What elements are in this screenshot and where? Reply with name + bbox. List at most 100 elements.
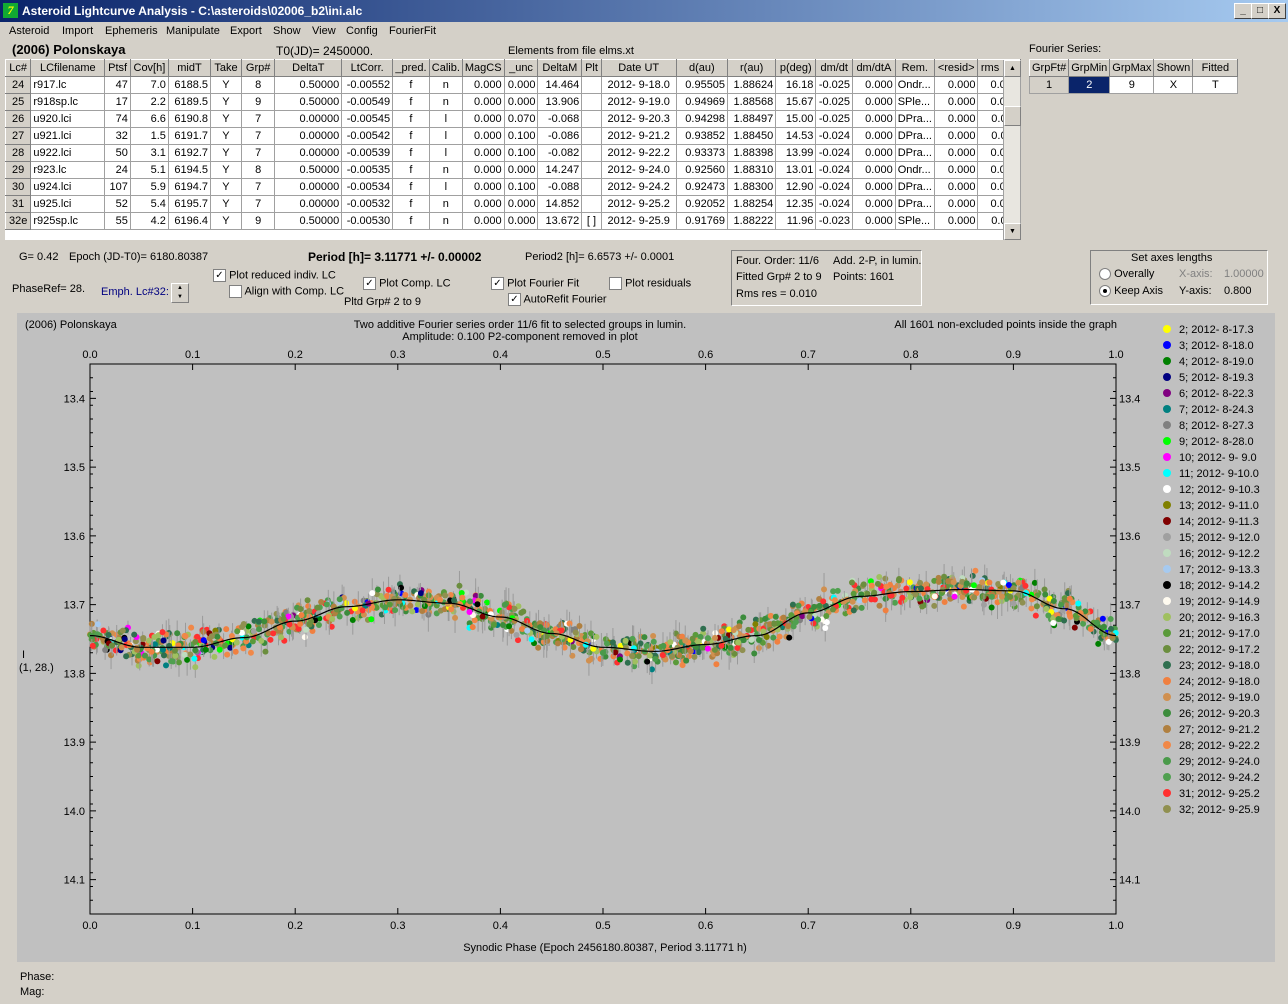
table-cell[interactable]: 24 bbox=[104, 161, 131, 179]
table-cell[interactable]: 1.88624 bbox=[727, 76, 777, 94]
table-cell[interactable]: -0.025 bbox=[815, 110, 854, 128]
table-cell[interactable]: f bbox=[392, 212, 430, 230]
table-cell[interactable]: 7.0 bbox=[129, 76, 169, 94]
table-cell[interactable]: 107 bbox=[104, 178, 131, 196]
table-cell[interactable]: 6192.7 bbox=[167, 144, 212, 162]
menu-view[interactable]: View bbox=[312, 25, 336, 37]
table-cell[interactable]: 1.88300 bbox=[727, 178, 777, 196]
table-cell[interactable]: 0.000 bbox=[852, 161, 896, 179]
fourier-cell-grpft[interactable]: 1 bbox=[1028, 76, 1070, 94]
col-header[interactable]: MagCS bbox=[461, 59, 505, 77]
table-cell[interactable]: 15.00 bbox=[775, 110, 817, 128]
table-cell[interactable]: 0.50000 bbox=[274, 212, 343, 230]
table-cell[interactable]: 55 bbox=[104, 212, 131, 230]
table-cell[interactable]: 0.000 bbox=[933, 161, 979, 179]
table-cell[interactable]: 6194.5 bbox=[167, 161, 212, 179]
table-cell[interactable]: 9 bbox=[240, 93, 276, 111]
lightcurve-plot[interactable]: (2006) Polonskaya Two additive Fourier s… bbox=[17, 313, 1275, 962]
table-cell[interactable]: 0.000 bbox=[461, 93, 505, 111]
table-cell[interactable]: 0.00000 bbox=[274, 144, 343, 162]
table-cell[interactable]: 2012- 9-25.9 bbox=[600, 212, 677, 230]
table-cell[interactable]: 0.94969 bbox=[675, 93, 729, 111]
table-cell[interactable]: 0.92560 bbox=[675, 161, 729, 179]
col-header[interactable]: Take bbox=[210, 59, 242, 77]
table-cell[interactable]: -0.00535 bbox=[341, 161, 394, 179]
table-cell[interactable]: 8 bbox=[240, 76, 276, 94]
y-axis-value[interactable]: 0.800 bbox=[1224, 285, 1252, 297]
table-cell[interactable]: u921.lci bbox=[30, 127, 106, 145]
table-cell[interactable]: f bbox=[392, 195, 430, 213]
table-cell[interactable]: 0.000 bbox=[503, 195, 539, 213]
table-cell[interactable]: r918sp.lc bbox=[30, 93, 106, 111]
table-cell[interactable]: DPra... bbox=[894, 195, 935, 213]
table-cell[interactable]: DPra... bbox=[894, 178, 935, 196]
table-cell[interactable]: DPra... bbox=[894, 127, 935, 145]
table-cell[interactable]: 2012- 9-24.0 bbox=[600, 161, 677, 179]
table-cell[interactable]: 16.18 bbox=[775, 76, 817, 94]
table-cell[interactable]: 2012- 9-21.2 bbox=[600, 127, 677, 145]
table-cell[interactable]: Y bbox=[210, 127, 242, 145]
table-scrollbar[interactable]: ▲ ▼ bbox=[1003, 60, 1021, 240]
table-cell[interactable]: 0.00000 bbox=[274, 110, 343, 128]
x-axis-value[interactable]: 1.00000 bbox=[1224, 268, 1264, 280]
table-cell[interactable]: Y bbox=[210, 178, 242, 196]
align-comp-check-icon[interactable] bbox=[229, 285, 242, 298]
autorefit-check-icon[interactable]: ✓ bbox=[508, 293, 521, 306]
table-cell[interactable]: r923.lc bbox=[30, 161, 106, 179]
table-cell[interactable] bbox=[581, 76, 602, 94]
table-row[interactable]: 24 r917.lc 47 7.0 6188.5 Y 8 0.50000 -0.00552 f n 0… bbox=[5, 76, 1021, 94]
maximize-button[interactable]: □ bbox=[1251, 3, 1269, 19]
table-cell[interactable]: -0.024 bbox=[815, 178, 854, 196]
table-row[interactable]: 25 r918sp.lc 17 2.2 6189.5 Y 9 0.50000 -0.00549 f… bbox=[5, 93, 1021, 111]
table-cell[interactable]: 7 bbox=[240, 127, 276, 145]
table-cell[interactable]: 0.000 bbox=[461, 195, 505, 213]
table-cell[interactable]: 7 bbox=[240, 144, 276, 162]
table-cell[interactable]: 12.90 bbox=[775, 178, 817, 196]
table-cell[interactable]: -0.00532 bbox=[341, 195, 394, 213]
row-header[interactable]: 29 bbox=[5, 161, 32, 179]
table-cell[interactable]: DPra... bbox=[894, 144, 935, 162]
table-cell[interactable]: Ondr... bbox=[894, 161, 935, 179]
table-cell[interactable]: 6190.8 bbox=[167, 110, 212, 128]
table-row[interactable]: 26 u920.lci 74 6.6 6190.8 Y 7 0.00000 -0.00545 f l… bbox=[5, 110, 1021, 128]
table-cell[interactable]: 50 bbox=[104, 144, 131, 162]
table-cell[interactable]: Y bbox=[210, 93, 242, 111]
overall-radio[interactable]: Overally bbox=[1099, 268, 1154, 281]
table-cell[interactable]: n bbox=[428, 161, 463, 179]
table-cell[interactable]: 0.000 bbox=[461, 76, 505, 94]
table-cell[interactable]: 1.88450 bbox=[727, 127, 777, 145]
table-cell[interactable]: SPle... bbox=[894, 93, 935, 111]
table-cell[interactable] bbox=[581, 144, 602, 162]
table-cell[interactable]: 2012- 9-24.2 bbox=[600, 178, 677, 196]
menu-asteroid[interactable]: Asteroid bbox=[9, 25, 49, 37]
row-header[interactable]: 25 bbox=[5, 93, 32, 111]
table-cell[interactable]: 9 bbox=[240, 212, 276, 230]
table-cell[interactable]: -0.00534 bbox=[341, 178, 394, 196]
menu-import[interactable]: Import bbox=[62, 25, 93, 37]
table-cell[interactable]: Y bbox=[210, 161, 242, 179]
table-cell[interactable]: 8 bbox=[240, 161, 276, 179]
plot-comp-check-icon[interactable]: ✓ bbox=[363, 277, 376, 290]
table-cell[interactable]: 0.93373 bbox=[675, 144, 729, 162]
table-cell[interactable]: f bbox=[392, 76, 430, 94]
table-cell[interactable]: 32 bbox=[104, 127, 131, 145]
table-cell[interactable]: 6189.5 bbox=[167, 93, 212, 111]
table-cell[interactable]: 6191.7 bbox=[167, 127, 212, 145]
table-cell[interactable]: 4.2 bbox=[129, 212, 169, 230]
autorefit-checkbox[interactable]: ✓ AutoRefit Fourier bbox=[508, 293, 607, 306]
table-cell[interactable]: 0.00000 bbox=[274, 127, 343, 145]
table-cell[interactable]: -0.023 bbox=[815, 212, 854, 230]
table-cell[interactable]: 5.9 bbox=[129, 178, 169, 196]
table-cell[interactable]: 2012- 9-20.3 bbox=[600, 110, 677, 128]
menu-manipulate[interactable]: Manipulate bbox=[166, 25, 220, 37]
align-comp-checkbox[interactable]: Align with Comp. LC bbox=[229, 285, 344, 298]
table-cell[interactable]: 0.000 bbox=[933, 127, 979, 145]
col-header[interactable]: dm/dtA bbox=[852, 59, 896, 77]
col-header[interactable]: DeltaT bbox=[274, 59, 343, 77]
table-cell[interactable]: -0.00545 bbox=[341, 110, 394, 128]
table-cell[interactable]: -0.024 bbox=[815, 144, 854, 162]
fourier-cell-fitted[interactable]: T bbox=[1192, 76, 1239, 94]
table-cell[interactable]: -0.00552 bbox=[341, 76, 394, 94]
row-header[interactable]: 31 bbox=[5, 195, 32, 213]
table-cell[interactable]: 7 bbox=[240, 178, 276, 196]
